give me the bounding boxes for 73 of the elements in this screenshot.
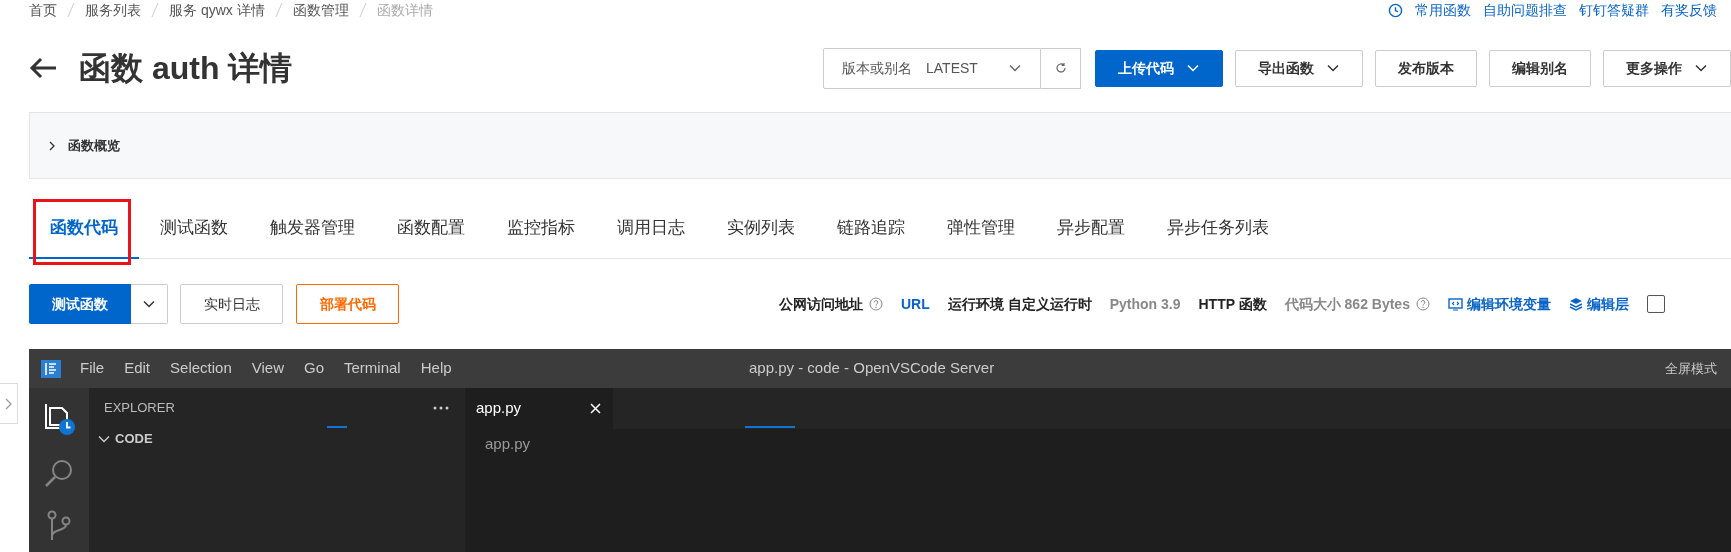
clock-icon [1388,2,1403,18]
breadcrumb-link[interactable]: 首页 [29,0,57,21]
slash-separator-icon [358,2,367,18]
url-link[interactable]: URL [901,293,930,315]
refresh-icon [1054,62,1067,74]
tab[interactable]: 调用日志 [596,199,706,259]
menu-item[interactable]: Terminal [344,357,401,380]
breadcrumb-link[interactable]: 服务 qywx 详情 [169,0,265,21]
tab[interactable]: 异步配置 [1036,199,1146,259]
tab[interactable]: 函数代码 [29,199,139,259]
source-control-icon[interactable] [46,510,72,540]
info-value: Python 3.9 [1109,294,1181,314]
app-logo-icon [41,359,61,378]
menu-item[interactable]: Go [304,357,324,380]
overview-label: 函数概览 [68,136,120,155]
explorer-title: EXPLORER [104,398,175,417]
back-arrow-icon[interactable] [29,57,57,79]
tab[interactable]: 监控指标 [486,199,596,259]
header-button[interactable]: 更多操作 [1603,49,1731,87]
info-label: 运行环境 自定义运行时 [947,294,1092,314]
header-button[interactable]: 发布版本 [1375,49,1477,87]
fullscreen-button[interactable]: 全屏模式 [1665,358,1717,379]
help-link[interactable]: 自助问题排查 [1483,0,1567,21]
tab[interactable]: 链路追踪 [816,199,926,259]
chevron-icon [5,397,12,410]
menu-item[interactable]: File [80,357,105,380]
slash-separator-icon [67,2,75,18]
close-icon[interactable] [590,403,601,414]
layers-icon [1568,297,1583,311]
tab[interactable]: 函数配置 [376,199,486,259]
slash-separator-icon [274,2,283,18]
help-link[interactable]: 有奖反馈 [1661,0,1717,21]
checkbox[interactable] [1646,295,1665,313]
help-link[interactable]: 常用函数 [1415,0,1471,21]
refresh-button[interactable] [1041,47,1081,89]
breadcrumb-link[interactable]: 服务列表 [85,0,141,21]
test-function-button[interactable]: 测试函数 [29,284,131,324]
editor-tab[interactable]: app.py [465,388,613,429]
env-vars-link[interactable]: 编辑环境变量 [1447,293,1551,315]
collapse-handle[interactable] [0,383,18,424]
help-icon[interactable] [1415,297,1430,311]
menu-item[interactable]: Help [420,357,452,380]
overview-panel[interactable]: 函数概览 [29,112,1731,179]
tab[interactable]: 触发器管理 [249,199,376,259]
select-value: LATEST [926,58,978,78]
version-select[interactable]: 版本或别名 LATEST [823,47,1041,89]
page-title: 函数 auth 详情 [79,49,293,88]
breadcrumb-link[interactable]: 函数管理 [292,0,349,21]
tab[interactable]: 异步任务列表 [1146,199,1290,259]
header-button[interactable]: 导出函数 [1235,49,1363,87]
menu-item[interactable]: View [251,357,284,380]
tab[interactable]: 弹性管理 [926,199,1036,259]
menu-item[interactable]: Edit [124,357,151,380]
tab[interactable]: 实例列表 [706,199,816,259]
editor-breadcrumb: app.py [484,434,532,454]
slash-separator-icon [151,2,159,18]
help-icon[interactable] [869,297,883,311]
search-icon[interactable] [44,458,74,488]
tab[interactable]: 测试函数 [139,199,249,259]
window-title: app.py - code - OpenVSCode Server [749,358,995,379]
layers-link[interactable]: 编辑层 [1568,293,1629,315]
monitor-code-icon [1447,297,1463,311]
select-label: 版本或别名 [842,58,912,78]
more-icon[interactable] [433,405,449,410]
info-label: HTTP 函数 [1198,294,1267,314]
info-label: 公网访问地址 [779,294,863,314]
header-button[interactable]: 编辑别名 [1489,49,1591,87]
info-value: 代码大小 862 Bytes [1284,294,1410,314]
menu-item[interactable]: Selection [170,357,232,380]
action-button[interactable]: 实时日志 [180,284,283,324]
header-button[interactable]: 上传代码 [1095,49,1223,87]
help-link[interactable]: 钉钉答疑群 [1579,0,1649,21]
folder-row[interactable]: CODE [89,427,465,451]
